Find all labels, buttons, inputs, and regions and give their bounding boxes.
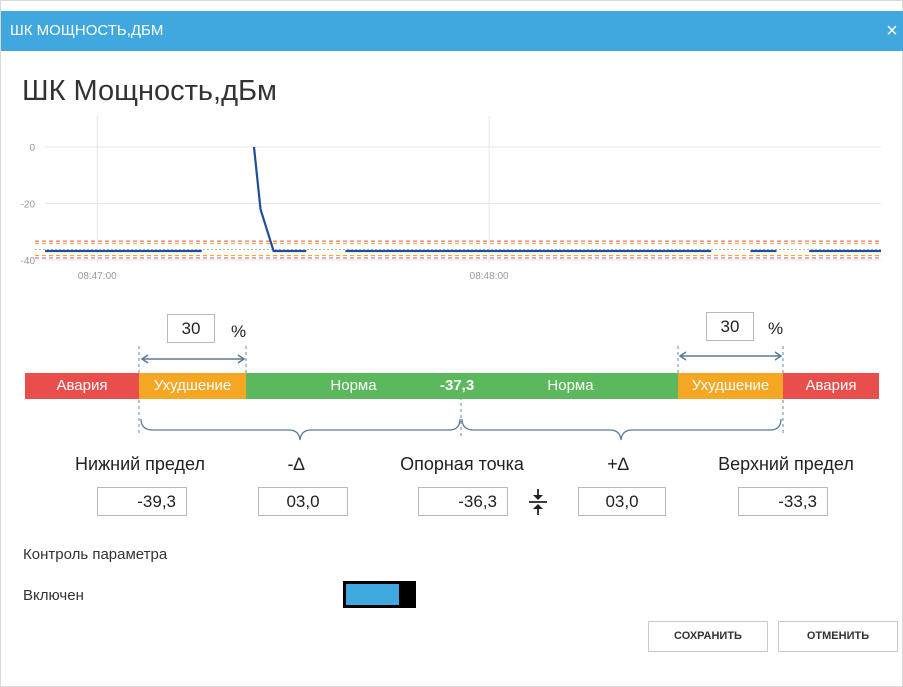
- warning-band-right: Ухудшение: [678, 373, 783, 399]
- series-segment: [252, 146, 307, 253]
- close-icon[interactable]: ×: [881, 19, 903, 43]
- alarm-band-right: Авария: [783, 373, 879, 399]
- lower-percent-sign: %: [231, 322, 247, 341]
- lower-limit-input[interactable]: -39,3: [97, 487, 187, 516]
- lower-limit-label: Нижний предел: [75, 454, 205, 474]
- upper-percent-sign: %: [768, 319, 784, 338]
- reference-point-input[interactable]: -36,3: [418, 487, 508, 516]
- save-button[interactable]: СОХРАНИТЬ: [648, 621, 768, 652]
- upper-brace: [461, 418, 782, 441]
- y-tick-label: 0: [29, 143, 35, 154]
- control-section-label: Контроль параметра: [23, 546, 168, 563]
- toggle-fill: [346, 584, 399, 605]
- dialog: ШК МОЩНОСТЬ,ДБМ × ШК Мощность,дБм 0 -20 -4…: [0, 0, 903, 687]
- plus-delta-label: +∆: [607, 454, 629, 474]
- upper-percent-input[interactable]: 30: [706, 312, 754, 341]
- reference-point-label: Опорная точка: [400, 454, 524, 474]
- norm-label-left: Норма: [330, 377, 377, 394]
- upper-limit-input[interactable]: -33,3: [738, 487, 828, 516]
- enabled-label: Включен: [23, 587, 84, 604]
- alarm-band-left: Авария: [25, 373, 139, 399]
- warning-band-left: Ухудшение: [139, 373, 246, 399]
- y-tick-label: -20: [21, 200, 36, 211]
- power-chart: 0 -20 -40 08:47:00 08:48:00: [21, 116, 881, 282]
- lower-brace: [140, 418, 461, 441]
- upper-limit-label: Верхний предел: [718, 454, 854, 474]
- x-tick-label: 08:47:00: [78, 271, 117, 282]
- enabled-toggle[interactable]: [343, 581, 416, 608]
- norm-label-right: Норма: [547, 377, 594, 394]
- page-title: ШК Мощность,дБм: [22, 75, 277, 107]
- y-tick-label: -40: [21, 256, 36, 267]
- plus-delta-input[interactable]: 03,0: [578, 487, 666, 516]
- title-bar: ШК МОЩНОСТЬ,ДБМ ×: [1, 11, 903, 51]
- window-title: ШК МОЩНОСТЬ,ДБМ: [10, 22, 164, 39]
- minus-delta-input[interactable]: 03,0: [258, 487, 348, 516]
- x-tick-label: 08:48:00: [470, 271, 509, 282]
- minus-delta-label: -∆: [287, 454, 305, 474]
- compress-arrows-icon[interactable]: [524, 487, 552, 517]
- lower-percent-input[interactable]: 30: [167, 314, 215, 343]
- cancel-button[interactable]: ОТМЕНИТЬ: [778, 621, 898, 652]
